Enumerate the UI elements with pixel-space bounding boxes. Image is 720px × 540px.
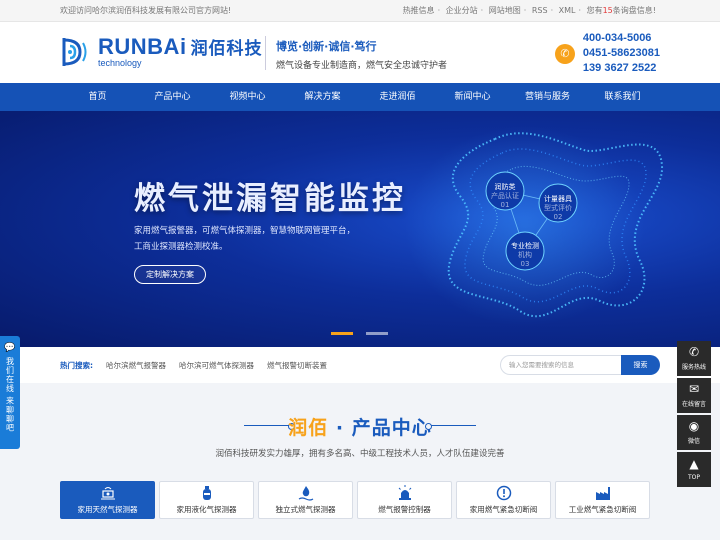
hotline-float-button[interactable]: ✆ 服务热线	[677, 341, 711, 376]
online-chat-tab[interactable]: 💬 我们在线 来聊聊吧	[0, 336, 20, 449]
top-links: 热推信息 · 企业分站 · 网站地图 · RSS · XML · 您有15条询盘信息!	[402, 6, 656, 15]
carousel-dot-1[interactable]	[331, 332, 353, 335]
logo-chinese: 润佰科技	[190, 39, 263, 59]
site-header: RUNBAi 润佰科技 technology 博览·创新·诚信·笃行 燃气设备专…	[0, 22, 720, 83]
main-nav: 首页 产品中心 视频中心 解决方案 走进润佰 新闻中心 营销与服务 联系我们	[0, 83, 720, 111]
phone-number-2[interactable]: 0451-58623081	[583, 46, 660, 61]
carousel-dot-2[interactable]	[366, 332, 388, 335]
search-button[interactable]: 搜索	[621, 355, 660, 375]
hot-search-item[interactable]: 哈尔滨燃气报警器	[106, 360, 166, 371]
banner-description: 家用燃气报警器，可燃气体探测器，智慧物联网管理平台， 工商业探测器检测校准。	[134, 226, 356, 252]
hotline-block: ✆ 400-034-5006 0451-58623081 139 3627 25…	[554, 31, 660, 76]
nav-item-service[interactable]: 营销与服务	[510, 83, 585, 111]
flame-icon	[298, 485, 314, 501]
slogan-sub: 燃气设备专业制造商，燃气安全忠诚守护者	[276, 61, 448, 71]
arrow-up-icon: ▲	[689, 457, 699, 471]
nav-item-solutions[interactable]: 解决方案	[285, 83, 360, 111]
top-link-hot[interactable]: 热推信息	[403, 6, 435, 15]
slogan: 博览·创新·诚信·笃行 燃气设备专业制造商，燃气安全忠诚守护者	[276, 38, 447, 71]
alarm-light-icon	[397, 485, 413, 501]
phone-number-3[interactable]: 139 3627 2522	[583, 61, 660, 76]
header-divider	[265, 36, 266, 70]
sensor-icon	[100, 485, 116, 501]
inquiry-notice[interactable]: 您有15条询盘信息!	[587, 6, 656, 15]
message-icon: ✉	[688, 382, 700, 396]
nav-item-products[interactable]: 产品中心	[135, 83, 210, 111]
top-link-rss[interactable]: RSS	[532, 6, 548, 15]
warning-circle-icon	[496, 485, 512, 501]
tab-industrial-shutoff-valve[interactable]: 工业燃气紧急切断阀	[555, 481, 650, 519]
top-link-sitemap[interactable]: 网站地图	[489, 6, 521, 15]
nav-item-news[interactable]: 新闻中心	[435, 83, 510, 111]
chat-tab-text: 我们在线 来聊聊吧	[5, 357, 15, 433]
nav-item-contact[interactable]: 联系我们	[585, 83, 660, 111]
hero-banner[interactable]: 润防类 产品认证 01 计量器具 型式评价 02 专业检测 机构 03 燃气泄漏智能监控 家…	[0, 111, 720, 347]
search-box: 输入您需要搜索的信息 搜索	[500, 355, 660, 375]
tab-standalone-detector[interactable]: 独立式燃气探测器	[258, 481, 353, 519]
hot-search-item[interactable]: 燃气报警切断装置	[267, 360, 327, 371]
logo-subtitle: technology	[98, 58, 142, 68]
nav-item-home[interactable]: 首页	[60, 83, 135, 111]
node-label-1: 润防类 产品认证 01	[491, 183, 519, 209]
node-label-2: 计量器具 型式评价 02	[544, 195, 572, 221]
logo-mark-icon	[62, 38, 87, 66]
inquiry-count: 15	[602, 6, 613, 15]
site-logo[interactable]: RUNBAi 润佰科技 technology	[58, 34, 263, 70]
banner-title: 燃气泄漏智能监控	[134, 181, 406, 217]
logo-english: RUNBAi	[98, 34, 187, 59]
search-input[interactable]: 输入您需要搜索的信息	[500, 355, 621, 375]
wechat-icon: ◉	[688, 419, 700, 433]
product-center-section: 润佰 · 产品中心 润佰科技研发实力雄厚，拥有多名高、中级工程技术人员，人才队伍…	[0, 383, 720, 540]
title-decoration-right	[425, 423, 476, 430]
welcome-text: 欢迎访问哈尔滨润佰科技发展有限公司官方网站!	[60, 6, 232, 15]
phone-icon: ✆	[688, 345, 700, 359]
particle-star-graphic	[405, 126, 664, 326]
slogan-main: 博览·创新·诚信·笃行	[276, 40, 377, 53]
product-tabs: 家用天然气探测器 家用液化气探测器 独立式燃气探测器 燃气报警控制器 家用燃气紧…	[60, 481, 650, 519]
top-link-branch[interactable]: 企业分站	[446, 6, 478, 15]
phone-number-1[interactable]: 400-034-5006	[583, 31, 660, 46]
custom-solution-button[interactable]: 定制解决方案	[134, 265, 206, 284]
tab-lpg-detector[interactable]: 家用液化气探测器	[159, 481, 254, 519]
phone-icon: ✆	[554, 43, 575, 64]
section-subtitle: 润佰科技研发实力雄厚，拥有多名高、中级工程技术人员，人才队伍建设完善	[215, 449, 505, 459]
chat-bubble-icon: 💬	[4, 343, 16, 353]
gas-tank-icon	[199, 485, 215, 501]
tab-alarm-controller[interactable]: 燃气报警控制器	[357, 481, 452, 519]
hot-search-item[interactable]: 哈尔滨可燃气体探测器	[179, 360, 254, 371]
tab-home-shutoff-valve[interactable]: 家用燃气紧急切断阀	[456, 481, 551, 519]
nav-item-about[interactable]: 走进润佰	[360, 83, 435, 111]
right-float-toolbar: ✆ 服务热线 ✉ 在线留言 ◉ 微信 ▲ TOP	[677, 341, 711, 489]
nav-item-videos[interactable]: 视频中心	[210, 83, 285, 111]
top-strip: 欢迎访问哈尔滨润佰科技发展有限公司官方网站! 热推信息 · 企业分站 · 网站地图 ·…	[0, 0, 720, 22]
carousel-dots	[331, 332, 388, 335]
wechat-float-button[interactable]: ◉ 微信	[677, 415, 711, 450]
factory-icon	[595, 485, 611, 501]
message-float-button[interactable]: ✉ 在线留言	[677, 378, 711, 413]
tab-natural-gas-detector[interactable]: 家用天然气探测器	[60, 481, 155, 519]
search-bar-row: 热门搜索: 哈尔滨燃气报警器 哈尔滨可燃气体探测器 燃气报警切断装置 输入您需要…	[0, 347, 720, 383]
node-label-3: 专业检测 机构 03	[511, 242, 539, 268]
back-to-top-button[interactable]: ▲ TOP	[677, 452, 711, 487]
hot-search-label: 热门搜索:	[60, 360, 93, 370]
top-link-xml[interactable]: XML	[559, 6, 576, 15]
section-title: 润佰 · 产品中心	[288, 417, 432, 439]
